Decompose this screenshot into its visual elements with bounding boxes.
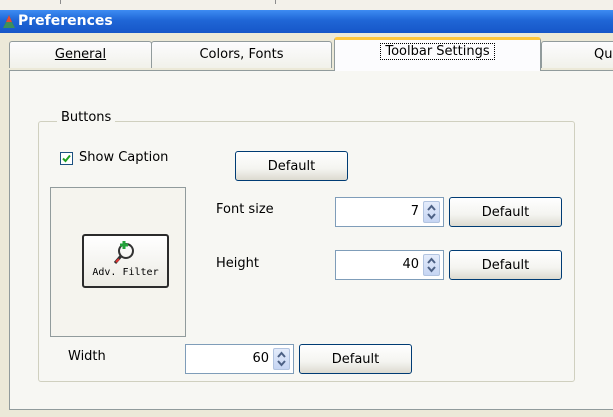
- title-bar[interactable]: Preferences: [0, 10, 613, 33]
- width-spinner[interactable]: 60: [185, 344, 294, 374]
- adv-filter-icon: [113, 241, 134, 264]
- tab-colors-fonts[interactable]: Colors, Fonts: [151, 41, 332, 68]
- show-caption-label[interactable]: Show Caption: [79, 150, 168, 165]
- tab-strip: General Colors, Fonts Toolbar Settings Q…: [0, 33, 613, 71]
- width-default-button[interactable]: Default: [299, 344, 412, 374]
- top-strip-tick: [275, 0, 276, 4]
- font-size-spinner[interactable]: 7: [335, 197, 444, 227]
- tab-label: Colors, Fonts: [199, 47, 284, 62]
- width-label: Width: [68, 349, 106, 364]
- tab-toolbar-settings[interactable]: Toolbar Settings: [334, 37, 541, 71]
- checkmark-icon: [62, 154, 71, 163]
- top-strip-tick: [60, 0, 61, 4]
- adv-filter-preview-button[interactable]: Adv. Filter: [82, 234, 169, 288]
- font-size-value[interactable]: 7: [411, 204, 419, 219]
- buttons-group-label: Buttons: [57, 110, 116, 125]
- tab-general[interactable]: General: [9, 41, 152, 68]
- app-icon: [3, 15, 15, 28]
- font-size-label: Font size: [216, 202, 274, 217]
- height-label: Height: [216, 256, 259, 271]
- caption-default-button[interactable]: Default: [235, 151, 348, 181]
- height-spinner[interactable]: 40: [335, 250, 444, 280]
- spin-arrows-icon[interactable]: [273, 348, 290, 370]
- height-value[interactable]: 40: [402, 257, 419, 272]
- window-title: Preferences: [18, 13, 113, 29]
- top-edge-strip: [0, 0, 613, 10]
- show-caption-checkbox[interactable]: [60, 152, 73, 165]
- height-default-button[interactable]: Default: [449, 250, 562, 280]
- tab-quick[interactable]: Quicl: [541, 41, 613, 68]
- adv-filter-caption: Adv. Filter: [92, 267, 159, 278]
- spin-arrows-icon[interactable]: [423, 201, 440, 223]
- tab-label: Toolbar Settings: [380, 43, 495, 60]
- font-size-default-button[interactable]: Default: [449, 197, 562, 227]
- tab-label: General: [54, 47, 107, 62]
- spin-arrows-icon[interactable]: [423, 254, 440, 276]
- width-value[interactable]: 60: [252, 351, 269, 366]
- tab-label: Quicl: [594, 47, 613, 62]
